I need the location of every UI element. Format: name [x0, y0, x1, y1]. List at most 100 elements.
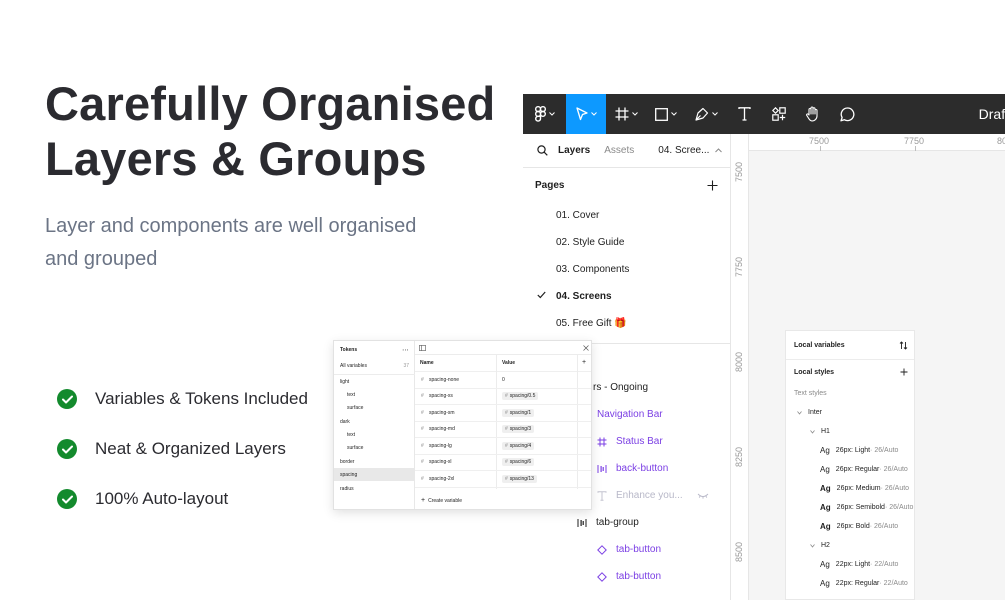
layer-back-button[interactable]: back-button [597, 463, 668, 474]
text-style-item[interactable]: Ag 26px: Regular · 26/Auto [820, 465, 908, 474]
page-item-screens[interactable]: 04. Screens [523, 283, 730, 310]
group-item-selected[interactable]: spacing [334, 468, 415, 481]
add-style-icon[interactable] [900, 368, 908, 376]
hero-subtitle-line-2: and grouped [45, 248, 158, 270]
group-item[interactable]: text [334, 388, 415, 401]
figma-window: Draft 7500 7750 80 7500 7750 8000 8250 8… [523, 94, 1005, 600]
resources-button[interactable] [762, 94, 796, 134]
variable-name: spacing-none [429, 376, 460, 383]
pen-tool-button[interactable] [686, 94, 726, 134]
text-style-item[interactable]: Ag 22px: Light · 22/Auto [820, 560, 898, 569]
text-style-item[interactable]: Ag 26px: Medium · 26/Auto [820, 484, 909, 493]
ruler-mark: 7500 [734, 161, 744, 182]
tab-assets[interactable]: Assets [604, 145, 634, 156]
table-row[interactable]: # spacing-lg # spacing/4 [415, 438, 591, 455]
variable-alias-pill[interactable]: # spacing/0.5 [502, 392, 539, 401]
style-group-inter[interactable]: Inter [797, 409, 822, 416]
text-style-item[interactable]: Ag 26px: Light · 26/Auto [820, 446, 898, 455]
figma-menu-button[interactable] [523, 94, 566, 134]
style-group-h1[interactable]: H1 [810, 428, 830, 435]
page-item-style-guide[interactable]: 02. Style Guide [523, 229, 730, 256]
table-row[interactable]: # spacing-xl # spacing/6 [415, 455, 591, 471]
shape-tool-button[interactable] [646, 94, 686, 134]
table-row[interactable]: # spacing-2xl # spacing/13 [415, 471, 591, 488]
table-row[interactable]: # spacing-sm # spacing/1 [415, 405, 591, 422]
add-mode-icon[interactable]: + [582, 359, 586, 366]
group-item[interactable]: dark [334, 415, 415, 428]
check-circle-icon [57, 389, 77, 409]
hidden-eye-icon[interactable] [697, 493, 709, 499]
ruler-mark: 8250 [734, 446, 744, 467]
text-style-item[interactable]: Ag 26px: Bold · 26/Auto [820, 522, 898, 531]
page-item-cover[interactable]: 01. Cover [523, 202, 730, 229]
text-style-item[interactable]: Ag 22px: Regular · 22/Auto [820, 579, 908, 588]
layer-label: tab-group [596, 517, 639, 528]
group-item[interactable]: surface [334, 401, 415, 414]
style-group-h2[interactable]: H2 [810, 542, 830, 549]
comment-button[interactable] [830, 94, 864, 134]
panel-tabs: Layers Assets 04. Scree... [523, 134, 730, 168]
current-page-selector[interactable]: 04. Scree... [658, 145, 709, 156]
variable-alias-pill[interactable]: # spacing/3 [502, 425, 535, 434]
variable-alias-pill[interactable]: # spacing/4 [502, 441, 535, 450]
local-variables-row[interactable]: Local variables [794, 341, 908, 350]
tab-layers[interactable]: Layers [558, 145, 590, 156]
layer-tab-group[interactable]: tab-group [577, 517, 639, 528]
ruler-mark: 8500 [734, 541, 744, 562]
close-icon[interactable] [583, 345, 589, 351]
hand-tool-button[interactable] [796, 94, 830, 134]
page-item-components[interactable]: 03. Components [523, 256, 730, 283]
draft-label[interactable]: Draft [979, 106, 1005, 122]
text-tool-button[interactable] [726, 94, 762, 134]
feature-list: Variables & Tokens Included Neat & Organ… [57, 374, 308, 524]
page-label: 01. Cover [556, 210, 600, 221]
ruler-mark: 7500 [809, 136, 830, 146]
local-styles-panel: Local variables Local styles Text styles… [785, 330, 915, 600]
collection-selector[interactable]: Tokens ⋯ [334, 343, 415, 356]
group-item[interactable]: light [334, 375, 415, 388]
layer-label: Navigation Bar [597, 409, 663, 420]
page-item-free-gift[interactable]: 05. Free Gift 🎁 [523, 310, 730, 337]
layer-status-bar[interactable]: Status Bar [597, 436, 663, 447]
table-row[interactable]: # spacing-xs # spacing/0.5 [415, 389, 591, 405]
create-variable-button[interactable]: + Create variable [421, 497, 462, 504]
text-style-item[interactable]: Ag 26px: Semibold · 26/Auto [820, 503, 913, 512]
feature-text: Neat & Organized Layers [95, 439, 286, 458]
search-icon[interactable] [537, 145, 548, 156]
variable-alias-pill[interactable]: # spacing/6 [502, 458, 535, 467]
layer-label: Enhance you... [616, 490, 683, 501]
text-style-preview: Ag [820, 579, 830, 588]
collections-sidebar: Tokens ⋯ All variables 37 light text sur… [334, 341, 415, 509]
table-row[interactable]: # spacing-none 0 [415, 372, 591, 389]
group-item[interactable]: text [334, 428, 415, 441]
sidebar-toggle-icon[interactable] [419, 345, 426, 351]
sort-icon[interactable] [899, 341, 908, 350]
variable-value[interactable]: 0 [502, 377, 505, 383]
group-item[interactable]: border [334, 455, 415, 468]
layer-frame[interactable]: rs - Ongoing [593, 382, 648, 393]
pages-title: Pages [535, 179, 565, 191]
group-item[interactable]: surface [334, 441, 415, 454]
chevron-down-icon [590, 112, 597, 116]
variable-alias-pill[interactable]: # spacing/1 [502, 408, 535, 417]
chevron-down-icon [810, 429, 815, 434]
add-page-icon[interactable] [707, 180, 718, 191]
frame-icon [597, 437, 607, 446]
ruler-mark: 7750 [904, 136, 925, 146]
frame-tool-button[interactable] [606, 94, 646, 134]
table-row[interactable]: # spacing-md # spacing/3 [415, 422, 591, 438]
group-item[interactable]: radius [334, 482, 415, 495]
layer-navigation-bar[interactable]: Navigation Bar [597, 409, 663, 420]
more-icon[interactable]: ⋯ [402, 346, 409, 354]
layer-tab-button[interactable]: tab-button [597, 544, 661, 555]
group-all-variables[interactable]: All variables 37 [334, 359, 415, 372]
hero-title-line-2: Layers & Groups [45, 132, 427, 185]
chevron-up-icon[interactable] [715, 148, 723, 153]
ruler-mark: 80 [997, 136, 1005, 146]
collection-title: Tokens [340, 346, 358, 353]
layer-hidden-text[interactable]: Enhance you... [597, 490, 709, 501]
variable-alias-pill[interactable]: # spacing/13 [502, 474, 537, 483]
move-tool-button[interactable] [566, 94, 606, 134]
feature-item: Neat & Organized Layers [57, 424, 308, 474]
layer-tab-button[interactable]: tab-button [597, 571, 661, 582]
